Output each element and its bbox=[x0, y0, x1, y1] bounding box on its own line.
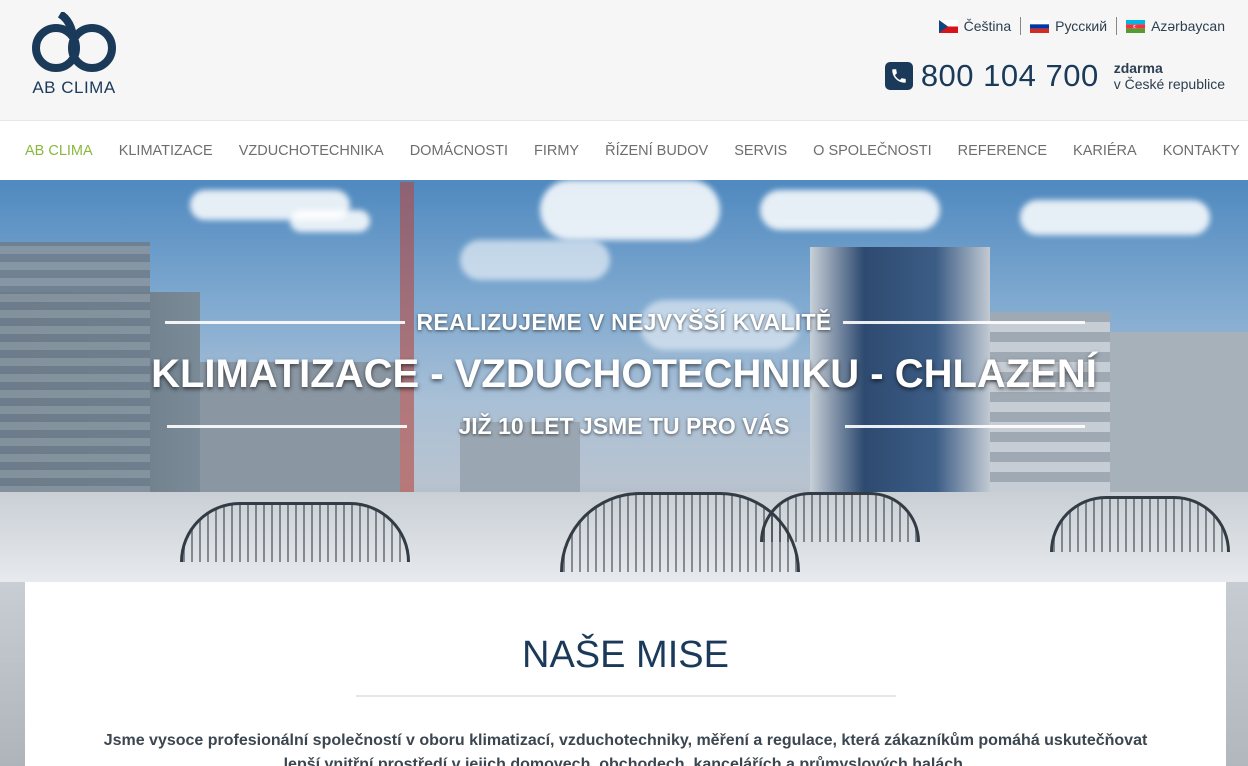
mission-divider bbox=[356, 695, 896, 697]
language-switcher: Čeština Русский Azərbaycan bbox=[930, 17, 1225, 35]
logo-text: AB CLIMA bbox=[32, 78, 116, 97]
nav-item-vzduchotechnika[interactable]: VZDUCHOTECHNIKA bbox=[239, 143, 384, 159]
lang-azerbaijan[interactable]: Azərbaycan bbox=[1116, 17, 1225, 35]
lang-label: Azərbaycan bbox=[1151, 18, 1225, 34]
phone-note: zdarma v České republice bbox=[1114, 60, 1225, 92]
background-right bbox=[1226, 582, 1248, 766]
czech-flag-icon bbox=[938, 19, 958, 33]
nav-item-kontakty[interactable]: KONTAKTY bbox=[1163, 143, 1240, 159]
site-header: AB CLIMA Čeština Русский Azərbaycan 800 … bbox=[0, 0, 1248, 120]
phone-contact[interactable]: 800 104 700 zdarma v České republice bbox=[884, 58, 1225, 94]
lang-russian[interactable]: Русский bbox=[1020, 17, 1116, 35]
main-navigation: AB CLIMA KLIMATIZACE VZDUCHOTECHNIKA DOM… bbox=[0, 120, 1248, 180]
nav-item-o-spolecnosti[interactable]: O SPOLEČNOSTI bbox=[813, 143, 931, 159]
nav-item-rizeni-budov[interactable]: ŘÍZENÍ BUDOV bbox=[605, 143, 708, 159]
mission-title: NAŠE MISE bbox=[522, 634, 729, 676]
nav-item-kariera[interactable]: KARIÉRA bbox=[1073, 143, 1137, 159]
phone-number[interactable]: 800 104 700 bbox=[921, 58, 1099, 94]
nav-item-ab-clima[interactable]: AB CLIMA bbox=[25, 143, 93, 159]
nav-item-firmy[interactable]: FIRMY bbox=[534, 143, 579, 159]
lang-label: Русский bbox=[1055, 18, 1108, 34]
phone-note-free: zdarma bbox=[1113, 60, 1163, 76]
lang-label: Čeština bbox=[963, 18, 1012, 34]
russian-flag-icon bbox=[1030, 19, 1050, 33]
hero-title: KLIMATIZACE - VZDUCHOTECHNIKU - CHLAZENÍ bbox=[151, 352, 1097, 396]
phone-icon bbox=[884, 62, 913, 90]
phone-note-region: v České republice bbox=[1113, 76, 1225, 92]
hero-tagline: REALIZUJEME V NEJVYŠŠÍ KVALITĚ bbox=[416, 309, 832, 335]
nav-item-reference[interactable]: REFERENCE bbox=[958, 143, 1047, 159]
nav-item-klimatizace[interactable]: KLIMATIZACE bbox=[119, 143, 213, 159]
azerbaijan-flag-icon bbox=[1126, 19, 1146, 33]
nav-item-domacnosti[interactable]: DOMÁCNOSTI bbox=[410, 143, 508, 159]
mission-section: NAŠE MISE Jsme vysoce profesionální spol… bbox=[25, 582, 1226, 766]
nav-item-servis[interactable]: SERVIS bbox=[734, 143, 787, 159]
hero-banner: REALIZUJEME V NEJVYŠŠÍ KVALITĚ KLIMATIZA… bbox=[0, 180, 1248, 582]
hero-subtitle: JIŽ 10 LET JSME TU PRO VÁS bbox=[458, 413, 790, 439]
lang-czech[interactable]: Čeština bbox=[930, 17, 1020, 35]
background-left bbox=[0, 582, 25, 766]
hero-text: REALIZUJEME V NEJVYŠŠÍ KVALITĚ KLIMATIZA… bbox=[0, 180, 1248, 582]
logo[interactable]: AB CLIMA bbox=[26, 12, 122, 98]
mission-text: Jsme vysoce profesionální společností v … bbox=[103, 732, 1148, 766]
ab-logo-icon bbox=[32, 12, 116, 72]
